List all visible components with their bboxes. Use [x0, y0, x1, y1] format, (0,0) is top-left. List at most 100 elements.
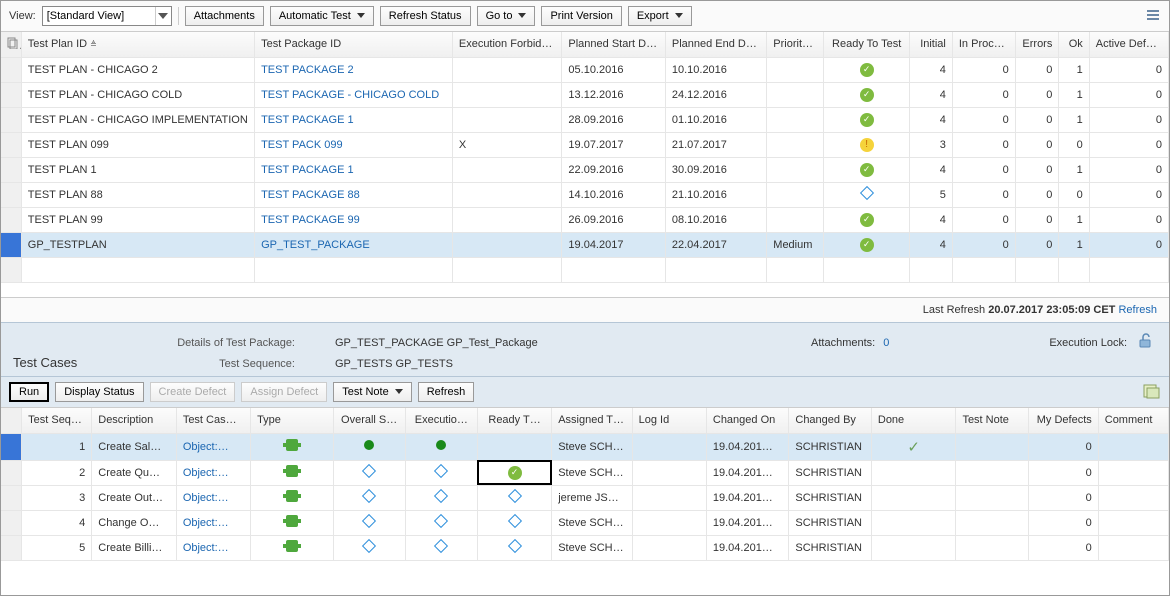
col-planned-start[interactable]: Planned Start Date — [562, 32, 665, 57]
refresh-status-button[interactable]: Refresh Status — [380, 6, 471, 26]
attachments-count[interactable]: 0 — [883, 337, 889, 349]
row-selector[interactable] — [1, 485, 22, 510]
row-selector[interactable] — [1, 510, 22, 535]
row-selector[interactable] — [1, 82, 21, 107]
cases-select-all[interactable] — [1, 408, 22, 433]
status-bar: Last Refresh 20.07.2017 23:05:09 CET Ref… — [1, 297, 1169, 322]
chevron-down-icon[interactable] — [155, 7, 171, 25]
col-priority[interactable]: Priority ≜ — [767, 32, 824, 57]
cell-init: 4 — [910, 57, 953, 82]
col-ready[interactable]: Ready T… — [477, 408, 551, 433]
cell-inp: 0 — [952, 207, 1015, 232]
col-tco[interactable]: Test Cas… — [176, 408, 250, 433]
table-row[interactable]: 2Create Qu…Object:…✓Steve SCH…19.04.201…… — [1, 460, 1169, 485]
export-button[interactable]: Export — [628, 6, 692, 26]
last-refresh-value: 20.07.2017 23:05:09 CET — [988, 304, 1115, 316]
cell-done: ✓ — [871, 433, 956, 460]
cell-ready — [824, 182, 910, 207]
settings-icon[interactable] — [1143, 383, 1161, 402]
unlock-icon[interactable] — [1135, 333, 1155, 352]
cell-pkg[interactable]: TEST PACKAGE - CHICAGO COLD — [255, 82, 453, 107]
col-test-plan-id[interactable]: Test Plan ID ≜ — [21, 32, 254, 57]
refresh-button[interactable]: Refresh — [418, 382, 475, 402]
table-row[interactable]: 3Create Out…Object:…jereme JS…19.04.201…… — [1, 485, 1169, 510]
row-selector[interactable] — [1, 107, 21, 132]
cell-pkg[interactable]: TEST PACKAGE 88 — [255, 182, 453, 207]
cell-pkg[interactable]: TEST PACKAGE 1 — [255, 107, 453, 132]
col-ready[interactable]: Ready To Test — [824, 32, 910, 57]
cell-tco[interactable]: Object:… — [176, 485, 250, 510]
table-row[interactable]: TEST PLAN - CHICAGO 2TEST PACKAGE 205.10… — [1, 57, 1169, 82]
col-ok[interactable]: Ok — [1059, 32, 1089, 57]
row-selector[interactable] — [1, 232, 21, 257]
col-logid[interactable]: Log Id — [632, 408, 706, 433]
cell-tco[interactable]: Object:… — [176, 535, 250, 560]
col-test-package-id[interactable]: Test Package ID — [255, 32, 453, 57]
cell-pkg[interactable]: TEST PACK 099 — [255, 132, 453, 157]
go-to-button[interactable]: Go to — [477, 6, 536, 26]
table-row[interactable]: 1Create Sal…Object:…Steve SCH…19.04.201…… — [1, 433, 1169, 460]
row-selector[interactable] — [1, 57, 21, 82]
col-assigned[interactable]: Assigned T… — [552, 408, 632, 433]
type-icon — [286, 439, 298, 451]
col-changed-by[interactable]: Changed By — [789, 408, 872, 433]
view-input[interactable] — [43, 10, 155, 22]
automatic-test-button[interactable]: Automatic Test — [270, 6, 374, 26]
col-done[interactable]: Done — [871, 408, 956, 433]
table-row[interactable]: 5Create Billi…Object:…Steve SCH…19.04.20… — [1, 535, 1169, 560]
col-in-process[interactable]: In Process — [952, 32, 1015, 57]
cell-pkg[interactable]: TEST PACKAGE 1 — [255, 157, 453, 182]
col-comment[interactable]: Comment — [1098, 408, 1168, 433]
print-version-button[interactable]: Print Version — [541, 6, 621, 26]
attachments-button[interactable]: Attachments — [185, 6, 264, 26]
test-note-button[interactable]: Test Note — [333, 382, 411, 402]
cell-changed-on: 19.04.201… — [706, 485, 789, 510]
table-row[interactable]: TEST PLAN - CHICAGO COLDTEST PACKAGE - C… — [1, 82, 1169, 107]
cell-pri — [767, 82, 824, 107]
cell-tco[interactable]: Object:… — [176, 510, 250, 535]
row-selector[interactable] — [1, 182, 21, 207]
row-selector[interactable] — [1, 535, 22, 560]
col-myd[interactable]: My Defects — [1028, 408, 1098, 433]
table-row[interactable]: GP_TESTPLANGP_TEST_PACKAGE19.04.201722.0… — [1, 232, 1169, 257]
run-button[interactable]: Run — [9, 382, 49, 402]
col-initial[interactable]: Initial — [910, 32, 953, 57]
col-exec[interactable]: Executio… — [405, 408, 477, 433]
refresh-link[interactable]: Refresh — [1118, 304, 1157, 316]
cell-pkg[interactable]: GP_TEST_PACKAGE — [255, 232, 453, 257]
col-ostat[interactable]: Overall S… — [333, 408, 405, 433]
table-row[interactable]: TEST PLAN - CHICAGO IMPLEMENTATIONTEST P… — [1, 107, 1169, 132]
col-note[interactable]: Test Note — [956, 408, 1028, 433]
col-errors[interactable]: Errors — [1015, 32, 1059, 57]
row-selector[interactable] — [1, 460, 22, 485]
view-select[interactable] — [42, 6, 172, 26]
row-selector[interactable] — [1, 433, 22, 460]
cell-desc: Create Out… — [92, 485, 177, 510]
settings-icon[interactable] — [1145, 7, 1161, 26]
row-selector[interactable] — [1, 207, 21, 232]
table-row[interactable]: TEST PLAN 99TEST PACKAGE 9926.09.201608.… — [1, 207, 1169, 232]
cell-tco[interactable]: Object:… — [176, 460, 250, 485]
col-type[interactable]: Type — [251, 408, 334, 433]
table-row[interactable]: TEST PLAN 88TEST PACKAGE 8814.10.201621.… — [1, 182, 1169, 207]
cell-assigned: jereme JS… — [552, 485, 632, 510]
cell-pkg[interactable]: TEST PACKAGE 99 — [255, 207, 453, 232]
col-seq[interactable]: Test Seq… — [22, 408, 92, 433]
col-execution-forbidden[interactable]: Execution Forbidden — [452, 32, 562, 57]
cell-note — [956, 510, 1028, 535]
col-changed-on[interactable]: Changed On — [706, 408, 789, 433]
table-row[interactable]: TEST PLAN 1TEST PACKAGE 122.09.201630.09… — [1, 157, 1169, 182]
check-icon: ✓ — [860, 113, 874, 127]
table-row[interactable]: TEST PLAN 099TEST PACK 099X19.07.201721.… — [1, 132, 1169, 157]
select-all-icon[interactable] — [1, 32, 21, 57]
col-desc[interactable]: Description — [92, 408, 177, 433]
col-planned-end[interactable]: Planned End Date — [665, 32, 766, 57]
cell-type — [251, 510, 334, 535]
display-status-button[interactable]: Display Status — [55, 382, 143, 402]
row-selector[interactable] — [1, 157, 21, 182]
table-row[interactable]: 4Change O…Object:…Steve SCH…19.04.201…SC… — [1, 510, 1169, 535]
cell-pkg[interactable]: TEST PACKAGE 2 — [255, 57, 453, 82]
col-active-defects[interactable]: Active Defects — [1089, 32, 1168, 57]
cell-tco[interactable]: Object:… — [176, 433, 250, 460]
row-selector[interactable] — [1, 132, 21, 157]
